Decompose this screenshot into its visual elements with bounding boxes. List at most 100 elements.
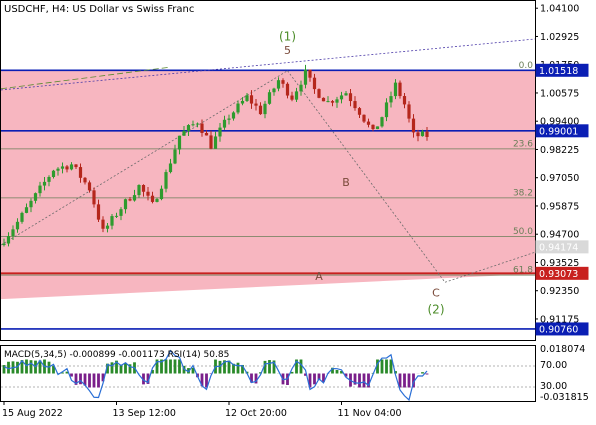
candle-body (65, 166, 69, 170)
candle-body (375, 126, 380, 130)
candle-body (222, 119, 227, 128)
macd-histogram-bar (124, 362, 127, 374)
candle-body (146, 191, 150, 196)
candle-body (240, 100, 245, 104)
candle-body (164, 172, 168, 189)
chart-window: 0.0 23.6 38.2 50.0 61.8 (1) 5 B A C (2) 1.04100 1.… (0, 0, 596, 425)
level-price-tag: 1.01518 (539, 66, 578, 77)
price-tick-label: 0.97050 (540, 173, 579, 184)
candle-body (186, 125, 191, 131)
wave-label: B (342, 176, 350, 189)
macd-histogram-bar (29, 360, 33, 374)
candle-body (249, 95, 254, 104)
macd-histogram-bar (88, 373, 91, 388)
fib-level-label: 23.6 (513, 139, 533, 149)
candle-body (227, 118, 231, 120)
candle-body (312, 77, 317, 90)
fib-level-label: 50.0 (513, 227, 533, 237)
price-tick-label: 0.98225 (540, 145, 579, 156)
candle-body (60, 166, 65, 169)
time-axis: 15 Aug 2022 13 Sep 12:00 12 Oct 20:00 11 No… (2, 401, 402, 419)
price-tick-label: 0.92350 (540, 286, 579, 297)
level-price-tag: 0.90760 (539, 324, 578, 335)
candle-body (393, 82, 398, 97)
candle-body (110, 216, 114, 226)
indicator-axis: 0.018074 70.00 30.00-0.031815 (540, 344, 589, 403)
candle-body (87, 182, 92, 191)
candle-body (105, 225, 110, 229)
candle-body (362, 114, 366, 122)
indicator-tick-label: 0.018074 (540, 344, 585, 355)
candle-body (281, 80, 285, 84)
candle-body (132, 195, 137, 201)
price-tick-label: 0.94700 (540, 230, 579, 241)
candle-body (114, 215, 119, 217)
wave-label: (2) (428, 303, 445, 317)
candle-body (344, 93, 348, 96)
candle-body (348, 93, 353, 102)
indicator-tick-label: 30.00 (540, 381, 567, 392)
candle-body (258, 105, 263, 115)
macd-histogram-bar (403, 373, 406, 388)
candle-body (294, 91, 299, 100)
candle-body (200, 123, 204, 133)
macd-histogram-bar (70, 373, 73, 377)
candle-body (78, 167, 83, 178)
macd-histogram-bar (268, 360, 271, 374)
candle-body (47, 176, 51, 182)
macd-histogram-bar (380, 359, 384, 374)
candle-body (74, 164, 78, 168)
macd-histogram-bar (2, 365, 6, 374)
candle-body (204, 132, 209, 136)
candle-body (339, 95, 344, 100)
target-zone (1, 70, 535, 300)
macd-histogram-bar (110, 362, 114, 374)
candle-body (33, 193, 38, 201)
candle-body (182, 130, 186, 136)
candle-body (384, 102, 389, 118)
candle-body (353, 101, 357, 109)
price-tick-label: 1.04100 (540, 4, 579, 15)
candle-body (402, 96, 407, 105)
candle-body (29, 200, 33, 208)
candle-body (276, 80, 281, 89)
candle-body (371, 124, 375, 130)
candle-body (285, 83, 290, 96)
candle-body (380, 117, 384, 127)
macd-histogram-bar (313, 373, 316, 385)
current-price-tag: 0.93073 (539, 269, 578, 280)
candle-body (231, 112, 236, 119)
candle-body (267, 92, 272, 104)
candle-body (245, 95, 249, 101)
candle-body (236, 103, 240, 113)
candle-body (177, 135, 182, 150)
candle-body (92, 190, 96, 205)
macd-histogram-bar (92, 373, 96, 388)
macd-histogram-bar (178, 359, 181, 374)
candle-body (213, 136, 218, 149)
candle-body (15, 221, 20, 230)
macd-histogram-bar (164, 359, 168, 374)
candle-body (6, 236, 11, 244)
indicator-tick-label: 70.00 (540, 360, 567, 371)
candle-body (2, 243, 6, 246)
candle-body (326, 101, 330, 103)
candle-body (321, 97, 326, 102)
wave-label: (1) (279, 30, 296, 44)
macd-histogram-bar (362, 373, 366, 388)
candle-body (38, 185, 42, 194)
candle-body (159, 188, 164, 200)
candle-body (407, 104, 411, 119)
candle-body (398, 82, 402, 97)
macd-histogram-bar (169, 359, 172, 374)
macd-histogram-bar (79, 373, 82, 385)
wave-label: 5 (284, 44, 291, 57)
macd-histogram-bar (407, 373, 411, 388)
candle-body (272, 88, 276, 93)
candle-body (123, 199, 128, 210)
candle-body (425, 131, 429, 137)
candle-body (389, 96, 393, 103)
macd-histogram-bar (25, 359, 28, 374)
macd-histogram-bar (97, 373, 100, 388)
candle-body (137, 185, 141, 196)
